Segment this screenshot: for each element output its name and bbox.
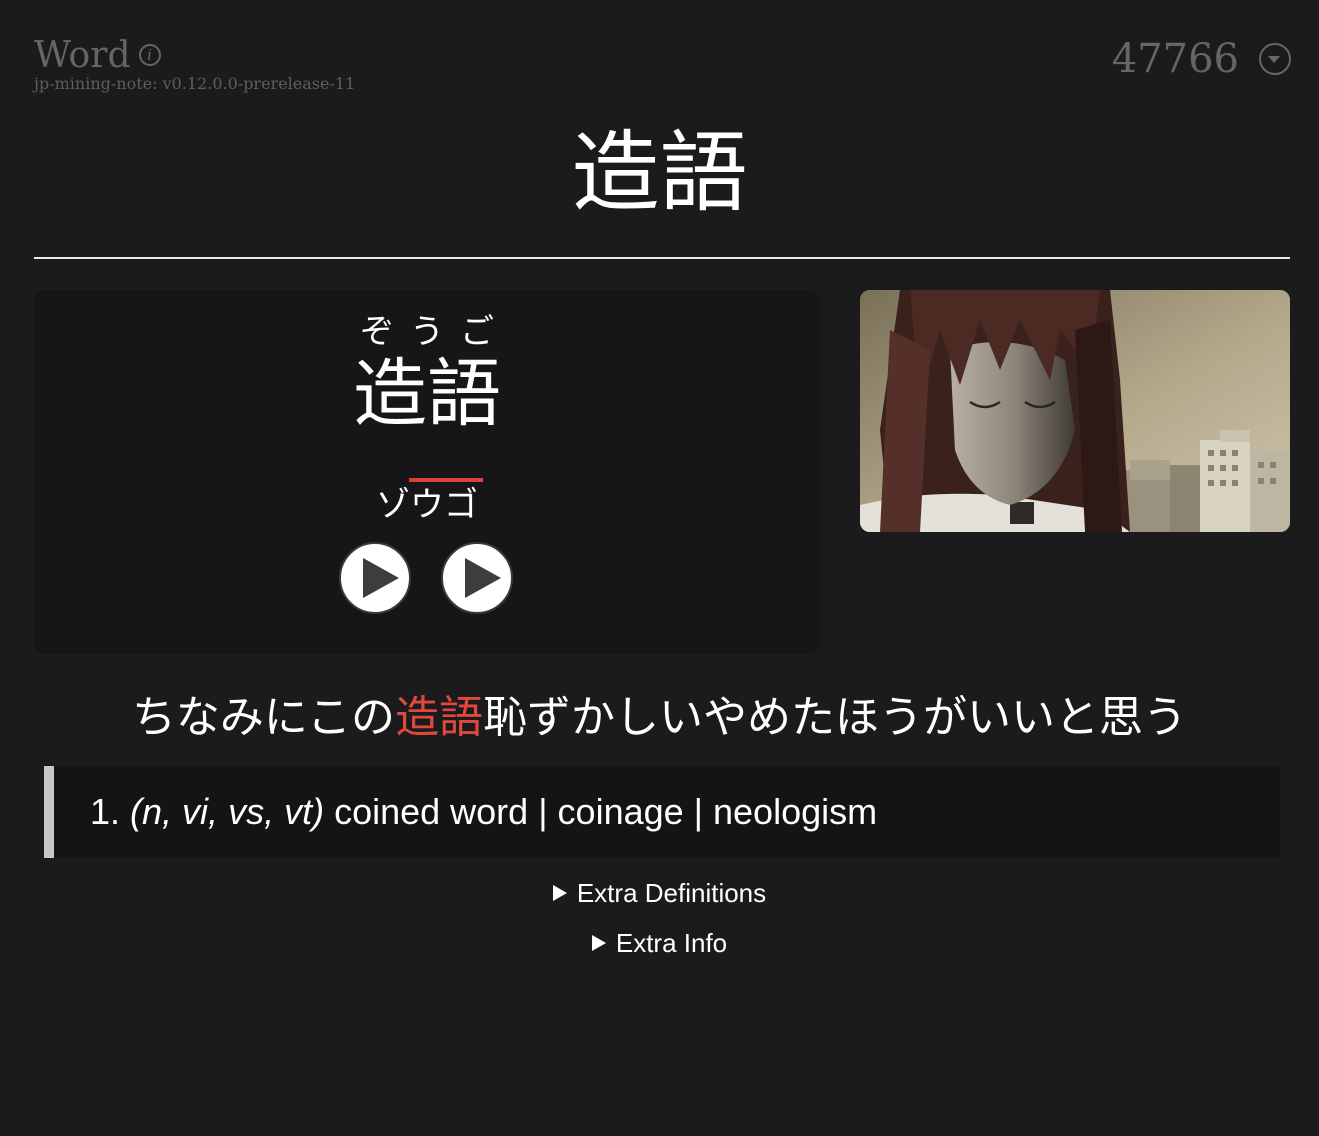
definition-text: 1. (n, vi, vs, vt) coined word | coinage… [90,790,877,834]
sentence-after: 恥ずかしいやめたほうがいいと思う [483,692,1188,743]
anime-screenshot[interactable] [860,290,1290,532]
extra-definitions-toggle[interactable]: Extra Definitions [0,876,1319,910]
definition-box: 1. (n, vi, vs, vt) coined word | coinage… [44,766,1280,858]
disclosure-triangle-icon [552,885,567,902]
katakana-reading: ゾウゴ [376,485,478,525]
info-icon[interactable]: i [138,44,161,66]
definition-gloss: coined word | coinage | neologism [334,791,878,832]
card-header-right: 47766 [1112,36,1291,82]
play-audio-button-1[interactable] [339,542,411,614]
disclosure-triangle-icon [591,935,606,952]
furigana: ぞうご [360,312,510,352]
sentence-before: ちなみにこの [131,692,396,743]
furigana-word: ぞうご 造語 [34,312,820,434]
version-label: jp-mining-note: v0.12.0.0-prerelease-11 [34,74,356,93]
screenshot-image [860,290,1290,532]
example-sentence: ちなみにこの造語恥ずかしいやめたほうがいいと思う [0,690,1319,746]
card-type-label: Word [34,35,131,76]
definition-bar [44,766,54,858]
divider [34,257,1290,259]
extra-info-toggle[interactable]: Extra Info [0,926,1319,960]
extra-definitions-label: Extra Definitions [576,878,767,908]
pitch-accent-line [409,478,483,482]
sentence-highlight: 造語 [395,692,484,743]
play-audio-button-2[interactable] [441,542,513,614]
kanji-word: 造語 [353,351,501,437]
card-type-row: Word i [34,34,355,78]
reading-panel: ぞうご 造語 ゾウゴ [34,290,820,654]
definition-number: 1. [90,791,121,832]
card-id: 47766 [1111,36,1239,82]
main-word: 造語 [571,121,748,224]
card-header-left: Word i jp-mining-note: v0.12.0.0-prerele… [34,34,355,93]
definition-tags: (n, vi, vs, vt) [130,791,325,832]
audio-buttons [339,542,513,614]
extra-info-label: Extra Info [615,928,728,958]
chevron-down-icon[interactable] [1259,43,1291,75]
